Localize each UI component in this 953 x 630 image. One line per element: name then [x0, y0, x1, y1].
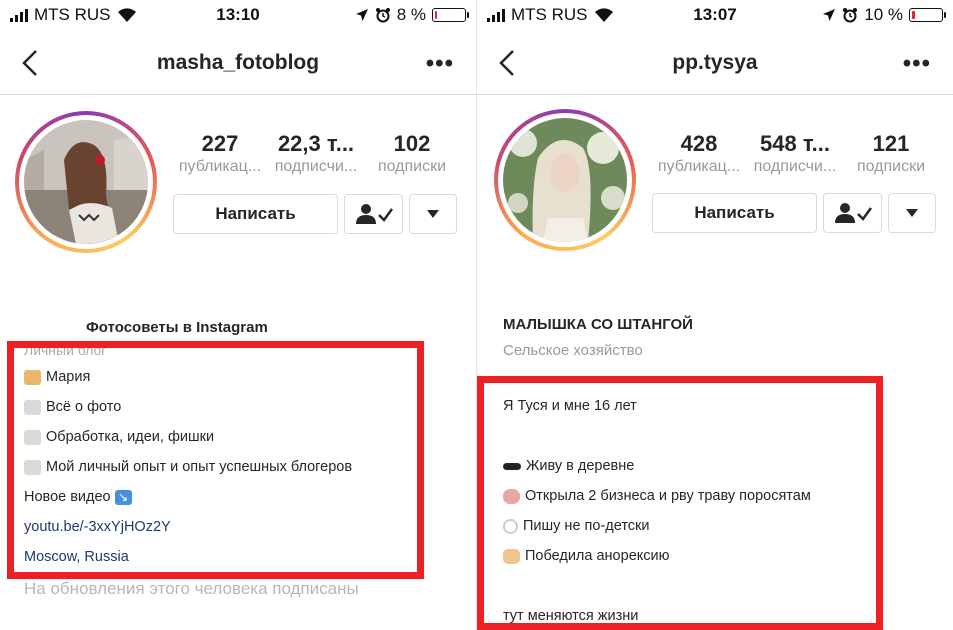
- caret-down-icon: [906, 209, 918, 217]
- status-bar: MTS RUS 13:07 10 %: [477, 0, 953, 32]
- following-button[interactable]: [344, 194, 403, 234]
- stat-value: 22,3 т...: [277, 131, 355, 156]
- profile-header: masha_fotoblog •••: [0, 36, 476, 95]
- stat-followers[interactable]: 22,3 т... подписчи...: [267, 131, 365, 177]
- bio-title: Фотосоветы в Instagram: [86, 319, 268, 336]
- battery-icon: [909, 8, 946, 22]
- status-bar: MTS RUS 13:10 8 %: [0, 0, 476, 32]
- message-button[interactable]: Написать: [173, 194, 338, 234]
- stat-label: подписки: [377, 158, 447, 175]
- avatar-photo: [503, 118, 627, 242]
- location-arrow-icon: [355, 9, 368, 21]
- profile-username: pp.tysya: [672, 51, 758, 74]
- left-screenshot: MTS RUS 13:10 8 % masha_fotoblog ••• 227…: [0, 0, 476, 630]
- suggestions-dropdown-button[interactable]: [888, 193, 936, 233]
- highlight-box: [7, 341, 424, 579]
- stat-label: публикац...: [178, 158, 262, 175]
- battery-percent: 8 %: [396, 5, 426, 24]
- profile-avatar[interactable]: [15, 111, 157, 253]
- stat-followers[interactable]: 548 т... подписчи...: [746, 131, 844, 177]
- stat-following[interactable]: 102 подписки: [363, 131, 461, 177]
- profile-username: masha_fotoblog: [156, 51, 320, 74]
- message-button[interactable]: Написать: [652, 193, 817, 233]
- following-button[interactable]: [823, 193, 882, 233]
- stat-label: подписчи...: [274, 158, 358, 175]
- person-check-icon: [834, 203, 872, 223]
- alarm-icon: [375, 8, 390, 23]
- caret-down-icon: [427, 210, 439, 218]
- battery-icon: [432, 8, 469, 22]
- alarm-icon: [843, 8, 858, 23]
- person-check-icon: [355, 204, 393, 224]
- profile-avatar[interactable]: [494, 109, 636, 251]
- stat-value: 121: [872, 131, 910, 156]
- stat-value: 548 т...: [760, 131, 830, 156]
- location-arrow-icon: [823, 9, 836, 21]
- right-screenshot: MTS RUS 13:07 10 % pp.tysya ••• 428 публ…: [477, 0, 953, 630]
- stat-posts[interactable]: 428 публикац...: [650, 131, 748, 177]
- stat-posts[interactable]: 227 публикац...: [171, 131, 269, 177]
- stat-value: 428: [680, 131, 718, 156]
- more-options-icon[interactable]: •••: [426, 50, 454, 78]
- highlight-box: [477, 376, 883, 630]
- stat-value: 227: [201, 131, 239, 156]
- followed-by-note[interactable]: На обновления этого человека подписаны: [24, 579, 359, 599]
- stat-following[interactable]: 121 подписки: [842, 131, 940, 177]
- bio-category: Сельское хозяйство: [503, 342, 643, 359]
- stat-label: подписчи...: [753, 158, 837, 175]
- suggestions-dropdown-button[interactable]: [409, 194, 457, 234]
- stat-label: подписки: [856, 158, 926, 175]
- stat-label: публикац...: [657, 158, 741, 175]
- stat-value: 102: [393, 131, 431, 156]
- bio-title: МАЛЫШКА СО ШТАНГОЙ: [503, 316, 693, 333]
- avatar-photo: [24, 120, 148, 244]
- profile-header: pp.tysya •••: [477, 36, 953, 95]
- battery-percent: 10 %: [864, 5, 903, 24]
- more-options-icon[interactable]: •••: [903, 50, 931, 78]
